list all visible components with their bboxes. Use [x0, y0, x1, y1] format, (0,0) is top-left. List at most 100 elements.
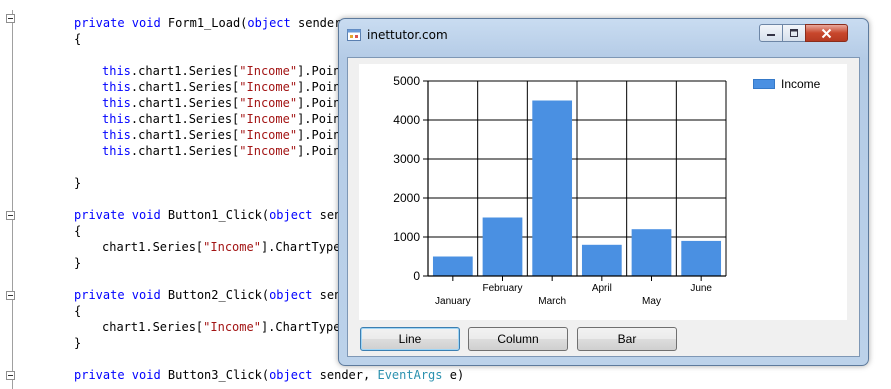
code-token: "Income" [239, 144, 298, 158]
bar-button[interactable]: Bar [577, 327, 677, 351]
code-token: chart1.Series[ [102, 320, 204, 334]
y-tick-label: 4000 [393, 113, 420, 127]
code-token: object [269, 368, 313, 382]
editor-gutter [0, 0, 18, 389]
code-line: { [74, 31, 81, 47]
code-token: .chart1.Series[ [130, 144, 240, 158]
code-token: } [74, 256, 82, 270]
code-token: .chart1.Series[ [130, 128, 240, 142]
code-token: } [74, 176, 82, 190]
chart-legend: Income [753, 77, 820, 91]
code-token: object [269, 208, 313, 222]
code-token: sender, [312, 368, 378, 382]
x-tick-label: February [482, 283, 522, 294]
close-button[interactable] [805, 24, 848, 42]
collapse-toggle-icon[interactable] [6, 211, 15, 220]
outline-margin [12, 10, 13, 389]
code-token: "Income" [239, 64, 298, 78]
code-line: { [74, 303, 81, 319]
code-line: this.chart1.Series["Income"].Point [102, 63, 348, 79]
code-token: private void [74, 288, 168, 302]
code-token: private void [74, 16, 168, 30]
code-token: this [102, 80, 131, 94]
code-token: .chart1.Series[ [130, 64, 240, 78]
code-line: this.chart1.Series["Income"].Point [102, 95, 348, 111]
code-line: } [74, 175, 81, 191]
code-token: this [102, 112, 131, 126]
code-token: Button2_Click( [167, 288, 270, 302]
form-client-area: 0 1000 2000 3000 4000 5000 January February Marc… [347, 57, 860, 357]
window-title: inettutor.com [367, 28, 448, 42]
code-token: ].ChartType [260, 240, 341, 254]
x-tick-label: January [435, 296, 471, 307]
bar-january [432, 256, 473, 276]
y-tick-label: 5000 [393, 74, 420, 88]
code-token: "Income" [203, 320, 261, 334]
code-token: ].ChartType [260, 320, 341, 334]
bar-march [532, 100, 573, 276]
code-token: private void [74, 368, 168, 382]
code-token: } [74, 336, 82, 350]
code-token: "Income" [239, 96, 298, 110]
code-token: { [74, 224, 82, 238]
code-token: "Income" [239, 80, 298, 94]
y-tick-label: 3000 [393, 152, 420, 166]
bar-june [681, 240, 722, 276]
code-line: private void Button2_Click(object sende [74, 287, 356, 303]
code-token: .chart1.Series[ [130, 112, 240, 126]
income-chart: 0 1000 2000 3000 4000 5000 January February Marc… [359, 64, 847, 320]
code-token: e) [442, 368, 465, 382]
column-button[interactable]: Column [468, 327, 568, 351]
code-token: object [247, 16, 291, 30]
code-line: this.chart1.Series["Income"].Point [102, 127, 348, 143]
code-token: private void [74, 208, 168, 222]
close-icon [821, 28, 832, 38]
line-button[interactable]: Line [360, 327, 460, 351]
collapse-toggle-icon[interactable] [6, 291, 15, 300]
code-token: this [102, 128, 131, 142]
chart-plot: 0 1000 2000 3000 4000 5000 January February Marc… [393, 74, 727, 307]
code-line: private void Button1_Click(object sende [74, 207, 356, 223]
code-token: "Income" [239, 128, 298, 142]
code-token: .chart1.Series[ [130, 96, 240, 110]
code-line: private void Form1_Load(object sender, [74, 15, 356, 31]
code-line: private void Button3_Click(object sender… [74, 367, 464, 383]
minimize-button[interactable] [759, 24, 783, 42]
chart-form-window[interactable]: inettutor.com 0 1000 2000 3000 4000 5000 Janua… [338, 18, 869, 366]
code-token: this [102, 144, 131, 158]
code-token: EventArgs [377, 368, 443, 382]
minimize-icon [767, 34, 775, 36]
code-token: object [269, 288, 313, 302]
code-line: chart1.Series["Income"].ChartType [102, 319, 340, 335]
legend-label: Income [781, 77, 821, 91]
y-tick-label: 0 [413, 269, 420, 283]
code-line: } [74, 255, 81, 271]
code-token: Button3_Click( [167, 368, 270, 382]
collapse-toggle-icon[interactable] [6, 14, 15, 23]
code-token: { [74, 32, 82, 46]
maximize-icon [790, 29, 798, 37]
maximize-button[interactable] [782, 24, 806, 42]
code-token: this [102, 64, 131, 78]
code-token: Button1_Click( [167, 208, 270, 222]
collapse-toggle-icon[interactable] [6, 371, 15, 380]
x-tick-label: April [592, 283, 612, 294]
bar-february [482, 217, 523, 276]
code-token: "Income" [203, 240, 261, 254]
code-line: this.chart1.Series["Income"].Point [102, 143, 348, 159]
form-icon [347, 29, 361, 41]
code-line: this.chart1.Series["Income"].Point [102, 111, 348, 127]
code-line: { [74, 223, 81, 239]
code-token: this [102, 96, 131, 110]
x-tick-label: March [538, 296, 566, 307]
code-line: } [74, 335, 81, 351]
code-token: Form1_Load( [167, 16, 248, 30]
code-token: { [74, 304, 82, 318]
code-token: .chart1.Series[ [130, 80, 240, 94]
legend-swatch [753, 79, 775, 89]
bar-may [631, 229, 672, 276]
code-token: chart1.Series[ [102, 240, 204, 254]
y-tick-label: 2000 [393, 191, 420, 205]
x-tick-label: May [642, 296, 661, 307]
code-line: this.chart1.Series["Income"].Point [102, 79, 348, 95]
